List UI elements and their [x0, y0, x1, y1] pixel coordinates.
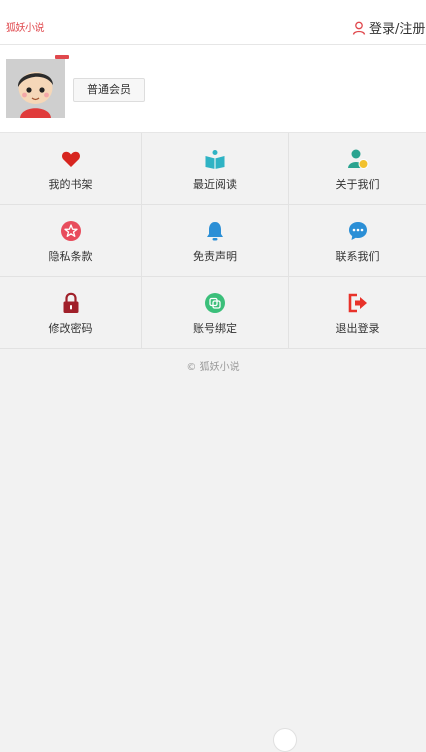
menu-item-label: 最近阅读 — [193, 178, 237, 191]
menu-item-bookshelf[interactable]: 我的书架 — [0, 133, 142, 205]
menu-item-about-us[interactable]: 关于我们 — [289, 133, 426, 205]
open-book-icon — [205, 150, 225, 169]
menu-item-label: 修改密码 — [48, 322, 93, 335]
menu-item-logout[interactable]: 退出登录 — [289, 277, 426, 349]
menu-grid: 我的书架 最近阅读 关于我们 隐私条款 免责声明 联系我们 修改密码 账号绑定 … — [0, 133, 426, 349]
profile-section: 普通会员 — [0, 45, 426, 133]
link-icon — [205, 293, 225, 313]
menu-item-label: 免责声明 — [193, 250, 237, 263]
user-outline-icon — [352, 21, 366, 35]
avatar-indicator — [55, 55, 69, 59]
menu-item-change-password[interactable]: 修改密码 — [0, 277, 142, 349]
logout-icon — [348, 293, 367, 313]
menu-item-account-binding[interactable]: 账号绑定 — [142, 277, 289, 349]
heart-icon — [61, 151, 80, 167]
top-bar: 狐妖小说 登录/注册 — [0, 0, 426, 45]
menu-item-privacy-policy[interactable]: 隐私条款 — [0, 205, 142, 277]
login-register-label: 登录/注册 — [369, 22, 426, 37]
bell-icon — [207, 222, 223, 241]
user-coin-icon — [347, 149, 368, 169]
member-level-badge[interactable]: 普通会员 — [73, 78, 145, 102]
star-badge-icon — [60, 221, 81, 241]
menu-item-label: 账号绑定 — [193, 322, 237, 335]
menu-item-label: 隐私条款 — [48, 250, 93, 263]
menu-item-contact-us[interactable]: 联系我们 — [289, 205, 426, 277]
copyright-footer: © 狐妖小说 — [186, 362, 240, 373]
lock-icon — [63, 292, 78, 313]
menu-item-label: 联系我们 — [335, 250, 380, 263]
menu-item-recent-reading[interactable]: 最近阅读 — [142, 133, 289, 205]
bottom-edge-indicator — [273, 728, 297, 752]
login-register-link[interactable]: 登录/注册 — [352, 18, 425, 37]
avatar[interactable] — [6, 59, 65, 118]
menu-item-label: 关于我们 — [335, 178, 380, 191]
menu-item-disclaimer[interactable]: 免责声明 — [142, 205, 289, 277]
menu-item-label: 退出登录 — [335, 322, 380, 335]
cartoon-avatar-image — [6, 59, 65, 118]
chat-bubble-icon — [348, 222, 367, 240]
menu-item-label: 我的书架 — [48, 178, 93, 191]
app-logo[interactable]: 狐妖小说 — [6, 19, 45, 34]
